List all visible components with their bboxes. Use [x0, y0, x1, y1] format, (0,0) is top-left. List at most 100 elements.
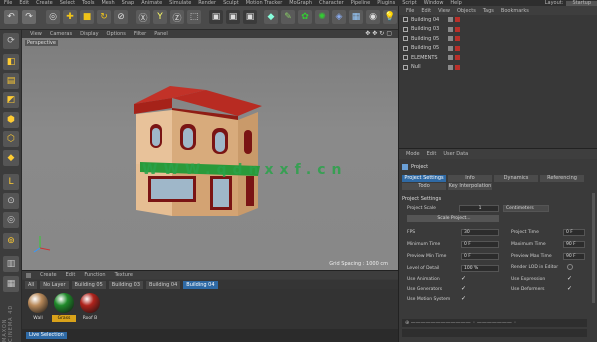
field-input[interactable]: 90 F — [563, 241, 585, 248]
pen-spline-icon[interactable]: ✎ — [281, 10, 295, 24]
checkbox[interactable]: ✓ — [461, 296, 467, 302]
material-tag-icon[interactable] — [455, 64, 460, 70]
coordinate-system-icon[interactable]: ⬚ — [187, 10, 201, 24]
material-tag-icon[interactable] — [455, 26, 460, 32]
tab-key-interpolation[interactable]: Key Interpolation — [448, 183, 492, 190]
edges-mode-icon[interactable]: ⬡ — [3, 131, 19, 147]
visibility-icon[interactable] — [448, 45, 453, 51]
tab-info[interactable]: Info — [448, 175, 492, 182]
field-input[interactable]: 0 F — [563, 229, 585, 236]
om-menu-tags[interactable]: Tags — [483, 8, 494, 14]
viewport-menu-filter[interactable]: Filter — [134, 31, 146, 37]
object-row[interactable]: Building 05 — [399, 34, 597, 44]
camera-icon[interactable]: ◉ — [366, 10, 380, 24]
mat-menu-texture[interactable]: Texture — [115, 272, 133, 278]
solo-icon[interactable]: ▦ — [3, 276, 19, 292]
light-icon[interactable]: 💡 — [383, 10, 397, 24]
deformer-icon[interactable]: ◈ — [332, 10, 346, 24]
field-input[interactable]: 90 F — [563, 253, 585, 260]
material-tag-icon[interactable] — [455, 55, 460, 61]
scale-project-button[interactable]: Scale Project... — [407, 215, 499, 222]
object-row[interactable]: Building 05 — [399, 44, 597, 54]
lock-workplane-icon[interactable]: ⊚ — [3, 233, 19, 249]
tab-todo[interactable]: Todo — [402, 183, 446, 190]
om-menu-file[interactable]: File — [406, 8, 414, 14]
layout-dropdown[interactable]: Startup — [566, 0, 597, 6]
material-tag-icon[interactable] — [455, 45, 460, 51]
redo-icon[interactable]: ↷ — [22, 10, 36, 24]
om-menu-bookmarks[interactable]: Bookmarks — [501, 8, 529, 14]
tab-referencing[interactable]: Referencing — [540, 175, 584, 182]
viewport-menu-panel[interactable]: Panel — [154, 31, 168, 37]
coordinates-fields[interactable] — [402, 329, 587, 337]
visibility-icon[interactable] — [448, 64, 453, 70]
viewport-menu-options[interactable]: Options — [107, 31, 126, 37]
field-input[interactable]: 0 F — [461, 241, 499, 248]
polygons-mode-icon[interactable]: ◆ — [3, 150, 19, 166]
visibility-icon[interactable] — [448, 26, 453, 32]
y-axis-icon[interactable]: Y — [153, 10, 167, 24]
layer-filter-tab[interactable]: No Layer — [40, 280, 69, 289]
snapping-icon[interactable]: ◎ — [3, 212, 19, 228]
field-input[interactable]: 0 F — [461, 253, 499, 260]
viewport-menu-cameras[interactable]: Cameras — [50, 31, 72, 37]
axis-mode-icon[interactable]: L — [3, 174, 19, 190]
cube-icon[interactable]: ◆ — [264, 10, 278, 24]
model-mode-icon[interactable]: ◧ — [3, 54, 19, 70]
checkbox[interactable]: ✓ — [461, 276, 467, 282]
checkbox[interactable]: ✓ — [461, 286, 467, 292]
array-icon[interactable]: ✺ — [315, 10, 329, 24]
render-picture-viewer-icon[interactable]: ▣ — [226, 10, 240, 24]
material-tag-icon[interactable] — [455, 36, 460, 42]
scale-icon[interactable]: ■ — [80, 10, 94, 24]
texture-mode-icon[interactable]: ▤ — [3, 73, 19, 89]
viewport-menu-view[interactable]: View — [30, 31, 42, 37]
am-menu-mode[interactable]: Mode — [406, 151, 420, 157]
visibility-icon[interactable] — [448, 36, 453, 42]
render-view-icon[interactable]: ▣ — [209, 10, 223, 24]
object-row[interactable]: Building 04 — [399, 15, 597, 25]
mat-menu-function[interactable]: Function — [84, 272, 105, 278]
am-menu-user-data[interactable]: User Data — [443, 151, 468, 157]
tweak-mode-icon[interactable]: ⊙ — [3, 193, 19, 209]
material-swatch[interactable]: Grass — [52, 293, 76, 325]
layer-filter-tab[interactable]: Building 03 — [108, 280, 144, 289]
z-axis-icon[interactable]: Ⓩ — [170, 10, 184, 24]
field-input[interactable]: 30 — [461, 229, 499, 236]
object-row[interactable]: ELEMENTS — [399, 53, 597, 63]
project-scale-input[interactable]: 1 — [459, 205, 499, 212]
viewport-menu-display[interactable]: Display — [80, 31, 98, 37]
checkbox[interactable]: ✓ — [567, 286, 573, 292]
workplane-mode-icon[interactable]: ◩ — [3, 92, 19, 108]
floor-icon[interactable]: ▦ — [349, 10, 363, 24]
material-swatch[interactable]: Wall — [26, 293, 50, 325]
viewport[interactable]: Perspective WWW.qdnxxf.cn Grid Spacing:… — [22, 38, 398, 270]
om-menu-edit[interactable]: Edit — [421, 8, 431, 14]
object-row[interactable]: Null — [399, 63, 597, 73]
subdivision-icon[interactable]: ✿ — [298, 10, 312, 24]
render-lod-checkbox[interactable] — [567, 264, 573, 270]
om-menu-view[interactable]: View — [438, 8, 450, 14]
checkbox[interactable]: ✓ — [567, 276, 573, 282]
material-swatch[interactable]: Roof B — [78, 293, 102, 325]
rotate-icon[interactable]: ↻ — [97, 10, 111, 24]
object-row[interactable]: Building 03 — [399, 25, 597, 35]
layer-filter-tab[interactable]: Building 05 — [71, 280, 106, 289]
make-editable-icon[interactable]: ⟳ — [3, 33, 19, 49]
recent-tools-icon[interactable]: ⊘ — [114, 10, 128, 24]
am-menu-edit[interactable]: Edit — [427, 151, 437, 157]
project-scale-unit-dropdown[interactable]: Centimeters — [503, 205, 549, 212]
tab-project-settings[interactable]: Project Settings — [402, 175, 446, 182]
attribute-scrollbar[interactable] — [592, 193, 595, 303]
live-selection-icon[interactable]: ◎ — [46, 10, 60, 24]
x-axis-icon[interactable]: Ⓧ — [136, 10, 150, 24]
move-icon[interactable]: ✚ — [63, 10, 77, 24]
visibility-icon[interactable] — [448, 17, 453, 23]
material-tag-icon[interactable] — [455, 17, 460, 23]
mat-menu-edit[interactable]: Edit — [66, 272, 76, 278]
visibility-icon[interactable] — [448, 55, 453, 61]
om-menu-objects[interactable]: Objects — [457, 8, 476, 14]
planar-workplane-icon[interactable]: ▥ — [3, 256, 19, 272]
undo-icon[interactable]: ↶ — [4, 10, 18, 24]
viewport-nav-icons[interactable]: ✥✥↻▢ — [365, 30, 394, 37]
